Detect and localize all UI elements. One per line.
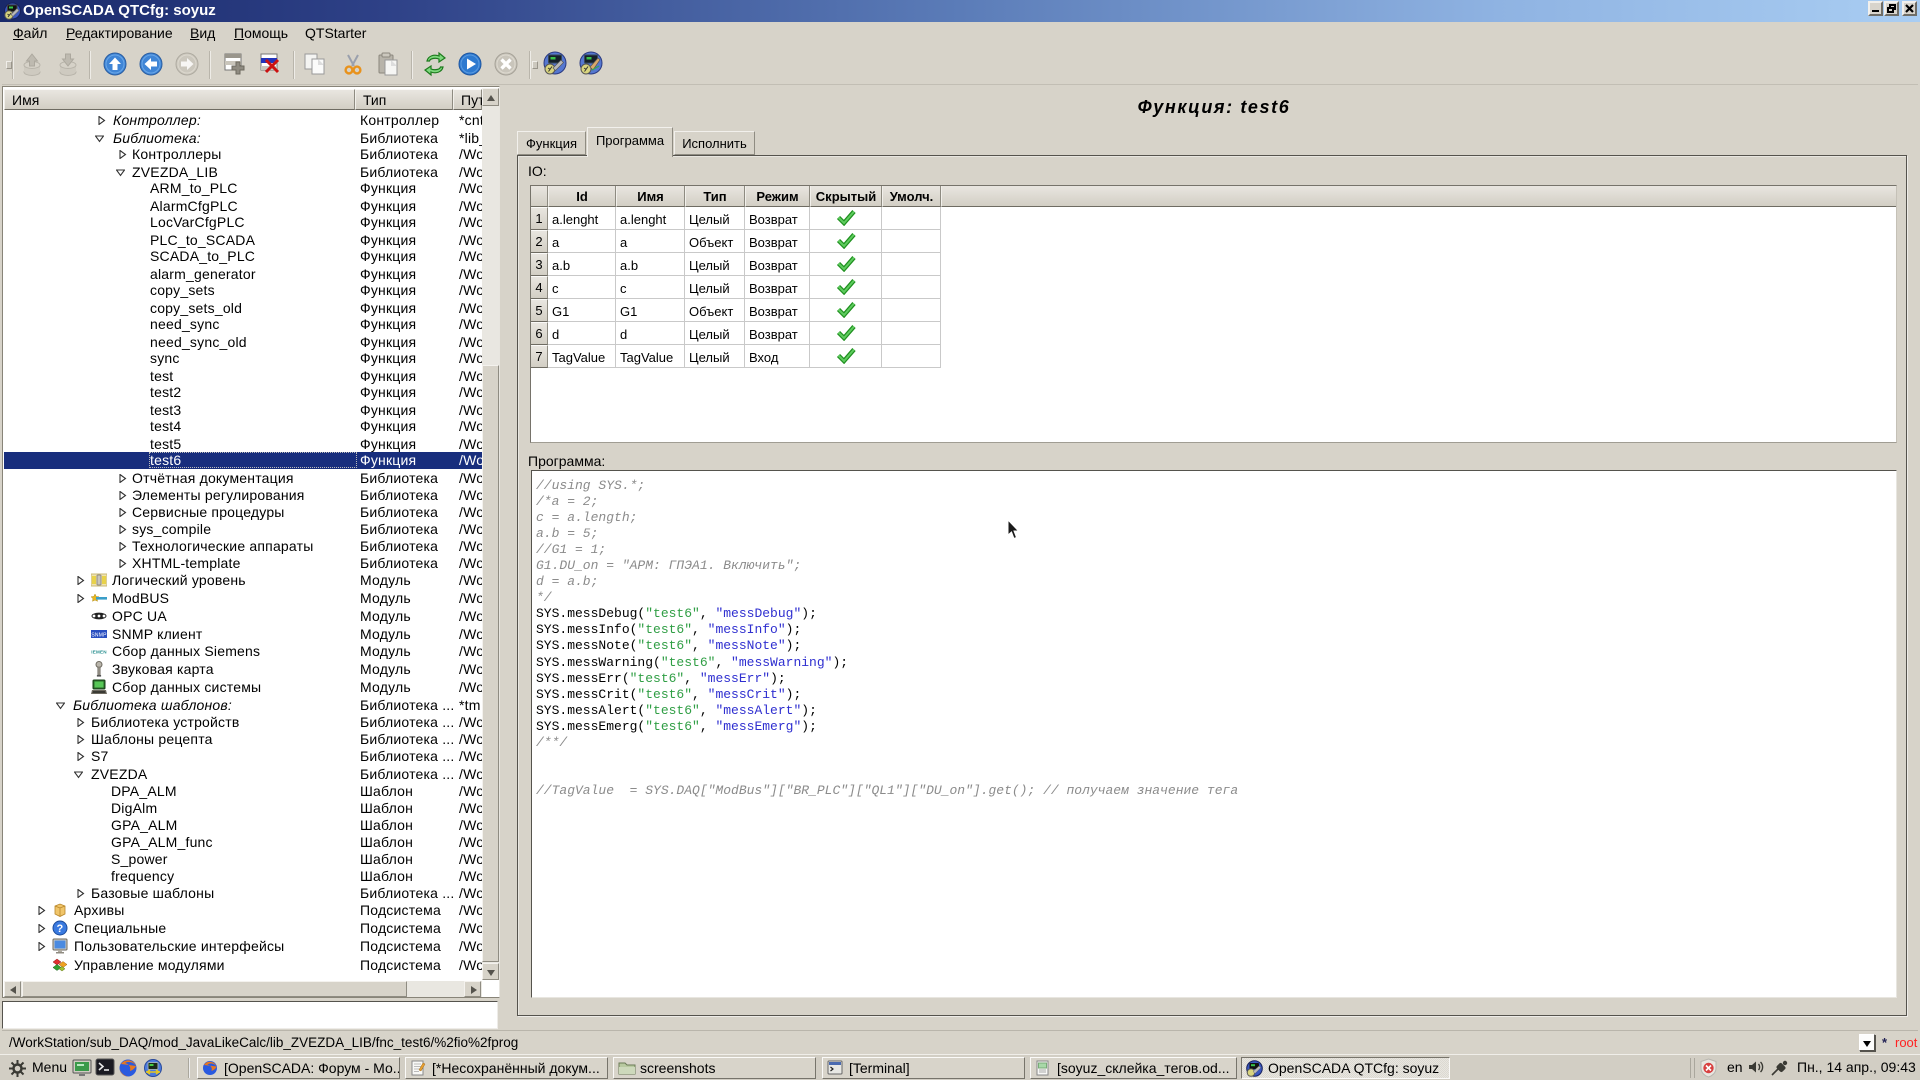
svg-text:SNMP: SNMP — [91, 633, 107, 639]
svg-text:SIEMENS: SIEMENS — [91, 650, 107, 655]
svg-text:?: ? — [57, 923, 64, 935]
